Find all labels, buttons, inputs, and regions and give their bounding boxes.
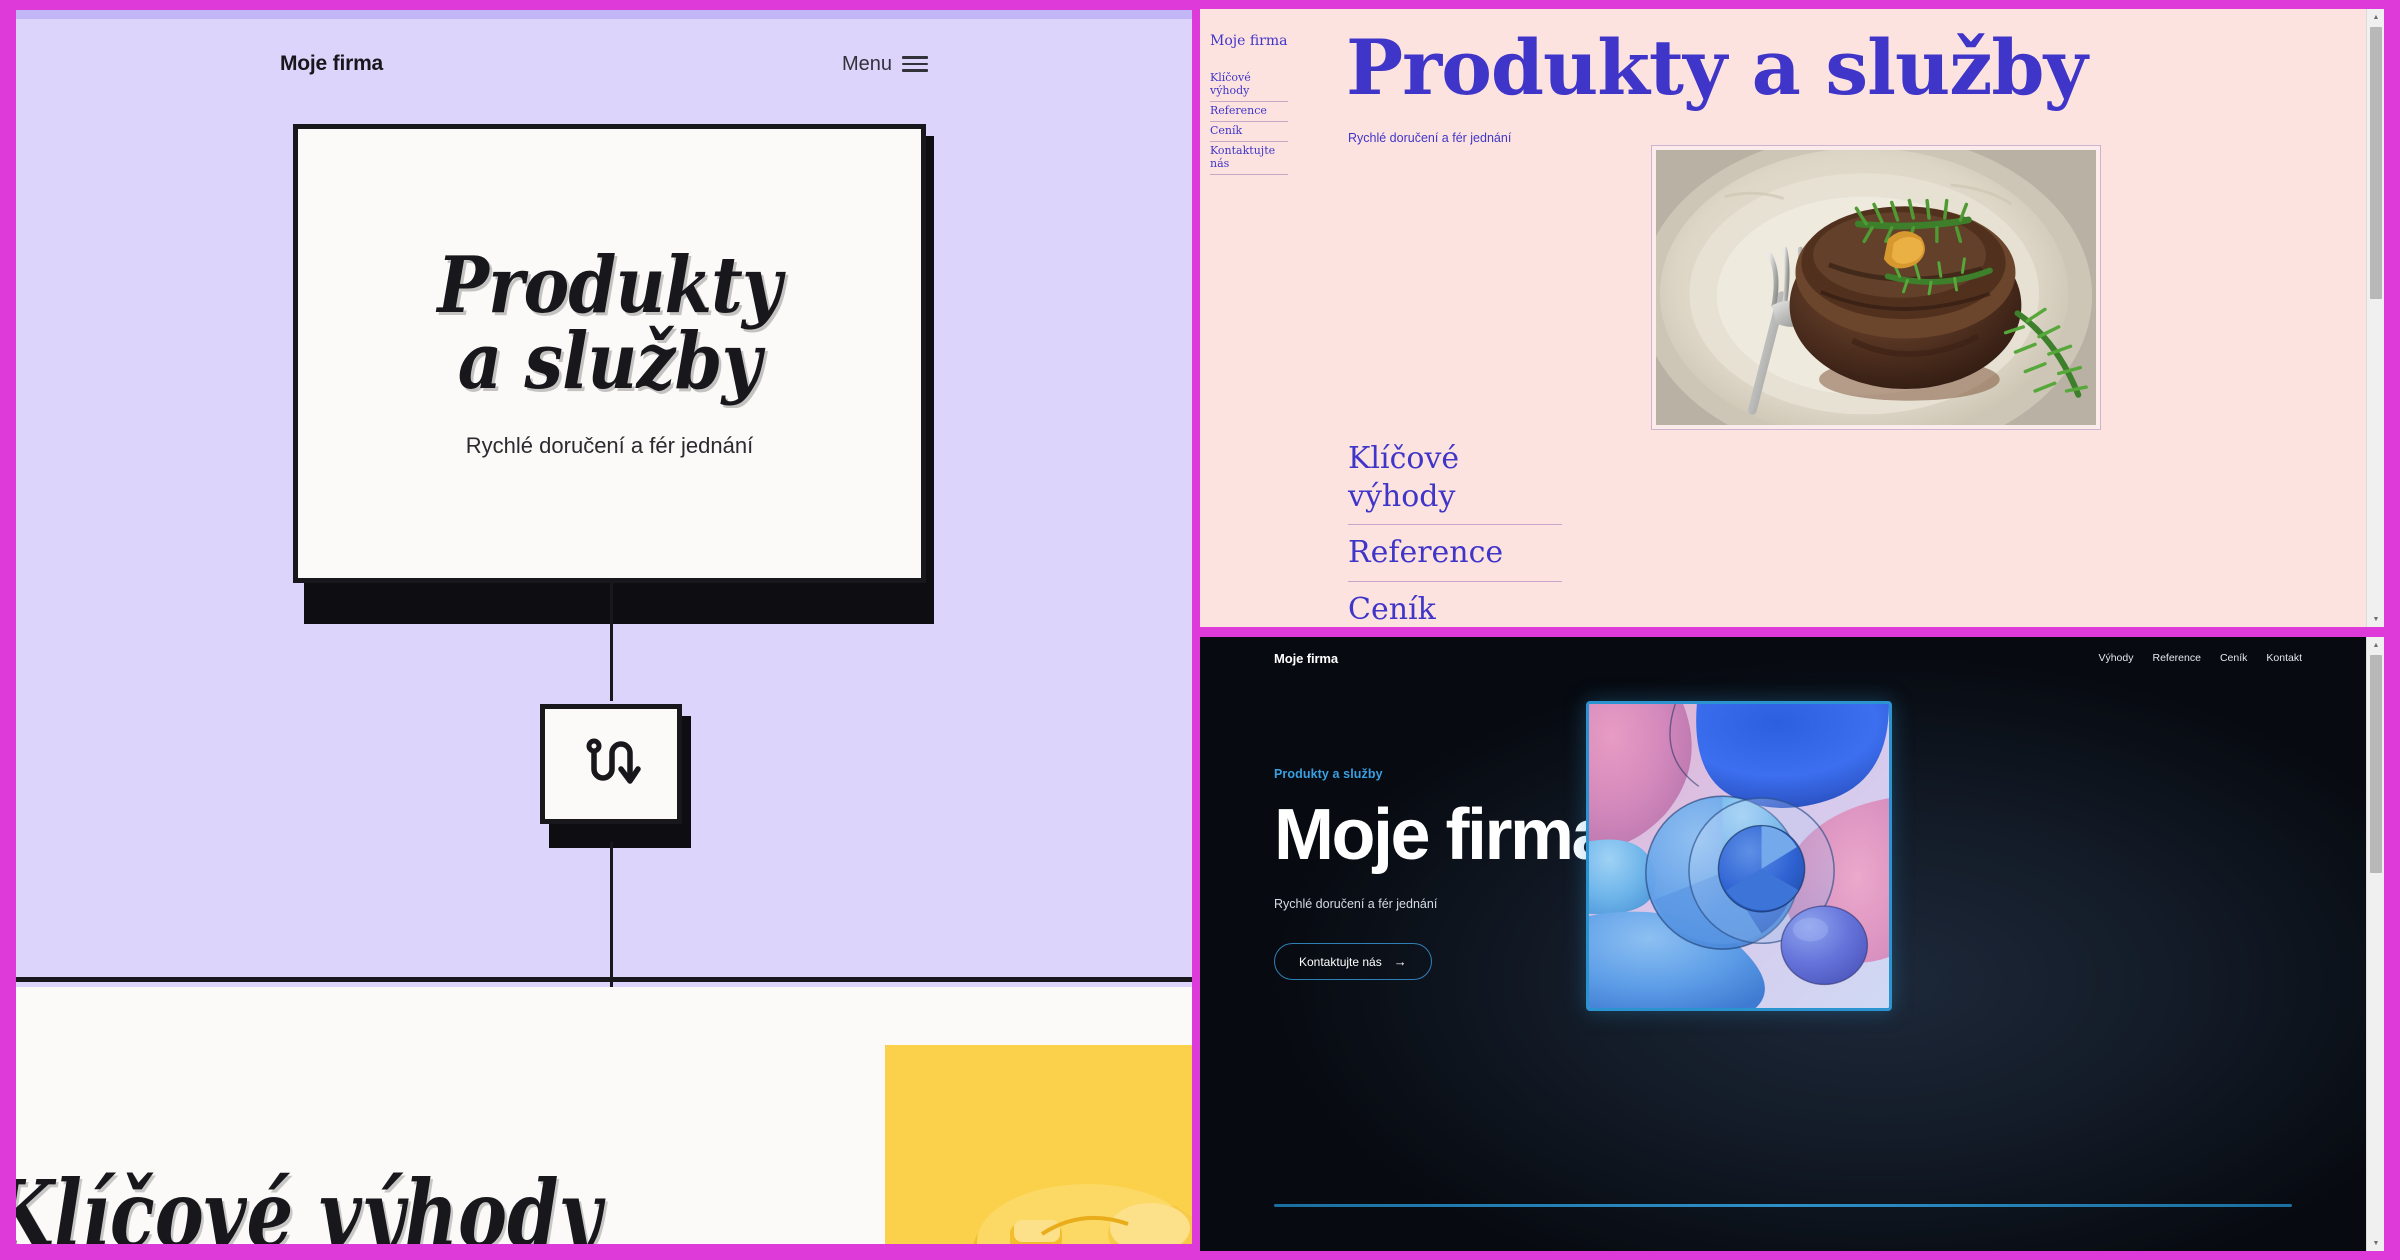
left-icon-card (540, 704, 682, 824)
left-connector-line-bottom (610, 842, 613, 990)
br-section-divider (1274, 1204, 2292, 1207)
tr-brand-label[interactable]: Moje firma (1210, 33, 1288, 49)
br-scroll-down-arrow-icon[interactable]: ▼ (2367, 1235, 2384, 1251)
left-hero-subtitle: Rychlé doručení a fér jednání (465, 433, 754, 459)
br-vertical-scrollbar[interactable]: ▲ ▼ (2366, 637, 2384, 1251)
br-nav-item-kontakt[interactable]: Kontakt (2266, 652, 2302, 664)
br-nav-item-reference[interactable]: Reference (2153, 652, 2201, 664)
top-right-preview-panel[interactable]: Moje firma Klíčové výhody Reference Cení… (1200, 9, 2384, 627)
left-hero-title: Produkty a služby (437, 239, 782, 407)
tr-link-cenik[interactable]: Ceník (1348, 590, 1562, 628)
br-nav-item-vyhody[interactable]: Výhody (2098, 652, 2133, 664)
tr-scroll-up-arrow-icon[interactable]: ▲ (2367, 9, 2384, 25)
left-preview-site-header: Moje firma Menu (16, 41, 1192, 87)
arrow-right-icon: → (1393, 954, 1407, 969)
winding-route-arrow-icon (586, 738, 641, 784)
steak-with-rosemary-photo (1652, 146, 2100, 429)
br-cta-label: Kontaktujte nás (1299, 954, 1382, 969)
tr-vertical-scrollbar[interactable]: ▲ ▼ (2366, 9, 2384, 627)
tr-link-vyhody[interactable]: Klíčové výhody (1348, 439, 1562, 525)
br-nav-item-cenik[interactable]: Ceník (2220, 652, 2247, 664)
left-menu-label: Menu (841, 52, 892, 75)
top-right-preview-viewport[interactable]: Moje firma Klíčové výhody Reference Cení… (1200, 9, 2366, 627)
br-site-header: Moje firma Výhody Reference Ceník Kontak… (1200, 637, 2366, 679)
contact-us-button[interactable]: Kontaktujte nás → (1274, 943, 1432, 980)
left-features-section: Klíčové výhody (16, 987, 1192, 1244)
left-menu-button[interactable]: Menu (842, 53, 928, 76)
left-features-title: Klíčové výhody (16, 1160, 602, 1244)
tr-link-reference[interactable]: Reference (1348, 533, 1562, 582)
tr-sidebar-item-vyhody[interactable]: Klíčové výhody (1210, 69, 1288, 102)
left-hero-title-line2: a služby (458, 315, 762, 407)
br-scroll-thumb[interactable] (2370, 655, 2382, 873)
left-hero-title-line1: Produkty (437, 239, 782, 331)
tr-page-subtitle: Rychlé doručení a fér jednání (1348, 131, 1512, 145)
tr-sidebar-nav[interactable]: Klíčové výhody Reference Ceník Kontaktuj… (1210, 69, 1288, 175)
yellow-object-illustration (973, 1184, 1192, 1244)
tr-sidebar-item-cenik[interactable]: Ceník (1210, 122, 1288, 142)
left-hero-card: Produkty a služby Rychlé doručení a fér … (293, 124, 926, 583)
tr-sidebar-item-kontakt[interactable]: Kontaktujte nás (1210, 142, 1288, 175)
bottom-right-preview-viewport[interactable]: Moje firma Výhody Reference Ceník Kontak… (1200, 637, 2366, 1251)
tr-scroll-thumb[interactable] (2370, 27, 2382, 299)
left-preview-panel[interactable]: Moje firma Menu Produkty a služby Rychlé… (0, 0, 1192, 1260)
bottom-right-preview-panel[interactable]: Moje firma Výhody Reference Ceník Kontak… (1200, 637, 2384, 1251)
right-previews-column: Moje firma Klíčové výhody Reference Cení… (1192, 0, 2400, 1260)
abstract-blue-pink-spheres-artwork (1586, 701, 1892, 1011)
left-preview-top-strip (16, 10, 1192, 19)
br-scroll-up-arrow-icon[interactable]: ▲ (2367, 637, 2384, 653)
left-feature-image (885, 1045, 1192, 1244)
left-preview-hero-section: Moje firma Menu Produkty a služby Rychlé… (16, 19, 1192, 990)
left-connector-line-top (610, 583, 613, 701)
tr-sidebar-item-reference[interactable]: Reference (1210, 102, 1288, 122)
tr-scroll-down-arrow-icon[interactable]: ▼ (2367, 611, 2384, 627)
left-preview-viewport[interactable]: Moje firma Menu Produkty a služby Rychlé… (16, 10, 1192, 1244)
tr-page-title: Produkty a služby (1346, 23, 2088, 112)
tr-section-links[interactable]: Klíčové výhody Reference Ceník (1348, 439, 1562, 627)
br-brand-label[interactable]: Moje firma (1274, 651, 1338, 666)
left-brand-label[interactable]: Moje firma (280, 52, 383, 76)
hamburger-icon[interactable] (902, 56, 928, 72)
br-top-nav[interactable]: Výhody Reference Ceník Kontakt (2098, 652, 2302, 664)
